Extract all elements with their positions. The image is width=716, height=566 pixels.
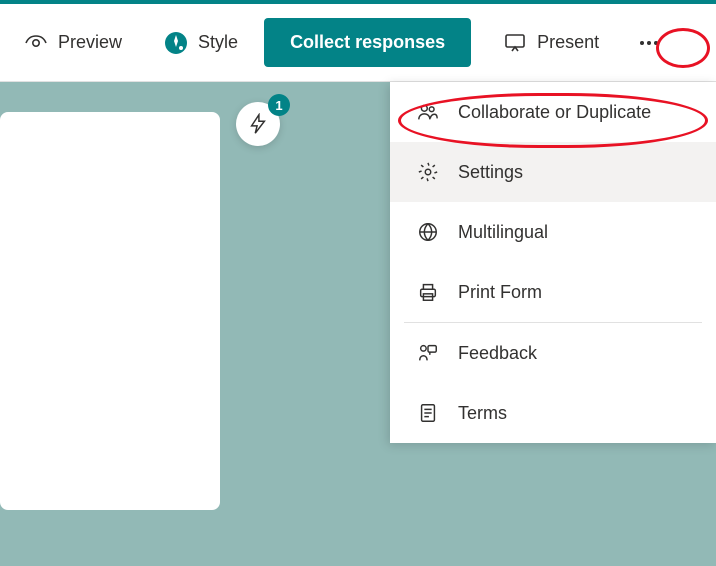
printer-icon xyxy=(416,280,440,304)
more-horizontal-icon xyxy=(637,31,661,55)
form-card xyxy=(0,112,220,510)
menu-settings[interactable]: Settings xyxy=(390,142,716,202)
preview-button[interactable]: Preview xyxy=(8,23,138,63)
menu-multilingual-label: Multilingual xyxy=(458,222,548,243)
menu-print-label: Print Form xyxy=(458,282,542,303)
style-badge-icon xyxy=(164,31,188,55)
menu-print[interactable]: Print Form xyxy=(390,262,716,322)
menu-collaborate-label: Collaborate or Duplicate xyxy=(458,102,651,123)
style-button[interactable]: Style xyxy=(148,23,254,63)
document-icon xyxy=(416,401,440,425)
collect-responses-button[interactable]: Collect responses xyxy=(264,18,471,67)
menu-feedback-label: Feedback xyxy=(458,343,537,364)
style-label: Style xyxy=(198,32,238,53)
fab-badge: 1 xyxy=(268,94,290,116)
menu-collaborate[interactable]: Collaborate or Duplicate xyxy=(390,82,716,142)
menu-terms-label: Terms xyxy=(458,403,507,424)
menu-feedback[interactable]: Feedback xyxy=(390,323,716,383)
lightning-icon xyxy=(246,112,270,136)
menu-multilingual[interactable]: Multilingual xyxy=(390,202,716,262)
more-options-button[interactable] xyxy=(627,25,671,61)
header-toolbar: Preview Style Collect responses Present xyxy=(0,4,716,82)
preview-label: Preview xyxy=(58,32,122,53)
present-button[interactable]: Present xyxy=(487,23,615,63)
collect-label: Collect responses xyxy=(290,32,445,52)
present-icon xyxy=(503,31,527,55)
present-label: Present xyxy=(537,32,599,53)
menu-terms[interactable]: Terms xyxy=(390,383,716,443)
menu-settings-label: Settings xyxy=(458,162,523,183)
eye-icon xyxy=(24,31,48,55)
feedback-icon xyxy=(416,341,440,365)
people-icon xyxy=(416,100,440,124)
more-options-menu: Collaborate or Duplicate Settings Multil… xyxy=(390,82,716,443)
fab-badge-count: 1 xyxy=(275,98,282,113)
globe-icon xyxy=(416,220,440,244)
gear-icon xyxy=(416,160,440,184)
